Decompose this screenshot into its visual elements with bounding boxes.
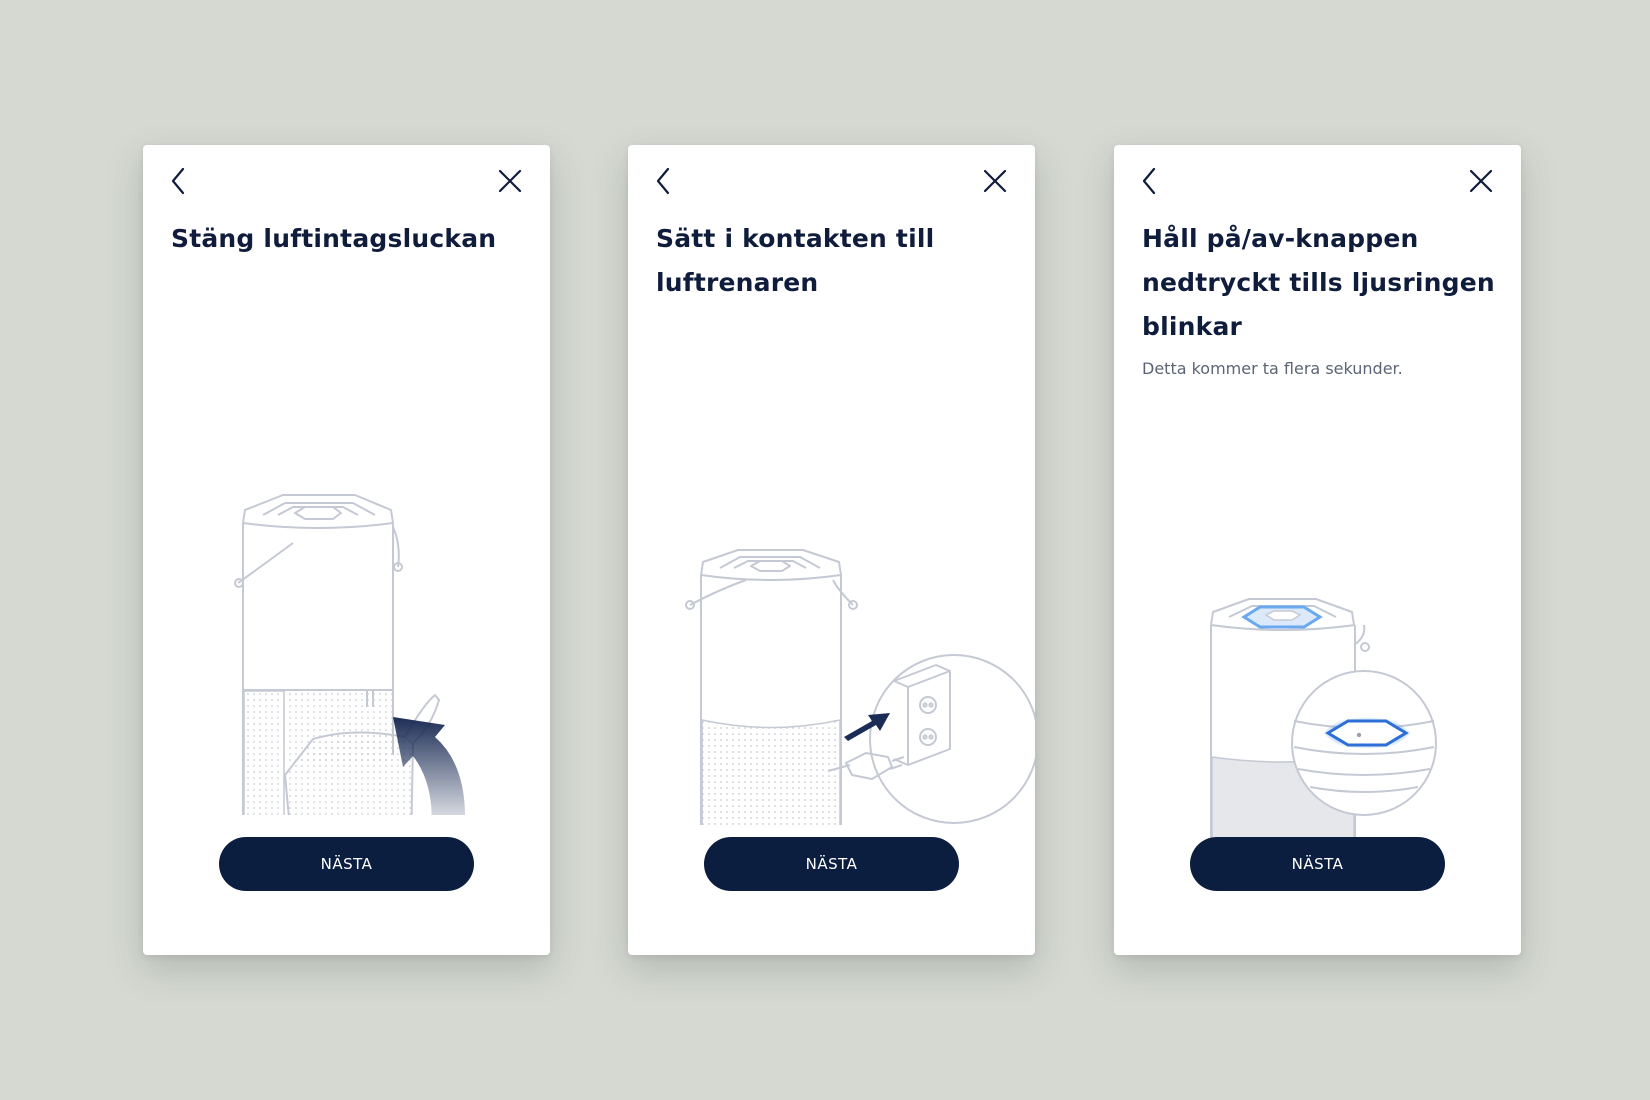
close-icon [1469, 169, 1493, 193]
chevron-left-icon [656, 167, 670, 195]
next-button[interactable]: NÄSTA [704, 837, 959, 891]
screen-hold-power-button: Håll på/av-knappen nedtryckt tills ljusr… [1114, 145, 1521, 955]
back-button[interactable] [642, 159, 686, 203]
next-button[interactable]: NÄSTA [1190, 837, 1445, 891]
close-icon [498, 169, 522, 193]
step-title: Håll på/av-knappen nedtryckt tills ljusr… [1142, 224, 1495, 341]
screen-plug-in: Sätt i kontakten till luftrenaren NÄSTA [628, 145, 1035, 955]
screen-close-air-intake: Stäng luftintagsluckan NÄSTA [143, 145, 550, 955]
purifier-light-ring-illustration [1114, 385, 1521, 845]
step-subtitle: Detta kommer ta flera sekunder. [1142, 359, 1403, 378]
chevron-left-icon [1142, 167, 1156, 195]
purifier-intake-illustration [143, 355, 550, 815]
step-title: Sätt i kontakten till luftrenaren [656, 224, 935, 297]
close-icon [983, 169, 1007, 193]
next-button[interactable]: NÄSTA [219, 837, 474, 891]
back-button[interactable] [157, 159, 201, 203]
chevron-left-icon [171, 167, 185, 195]
close-button[interactable] [1459, 159, 1503, 203]
purifier-plug-illustration [628, 365, 1035, 825]
close-button[interactable] [488, 159, 532, 203]
back-button[interactable] [1128, 159, 1172, 203]
step-title: Stäng luftintagsluckan [171, 224, 497, 253]
close-button[interactable] [973, 159, 1017, 203]
